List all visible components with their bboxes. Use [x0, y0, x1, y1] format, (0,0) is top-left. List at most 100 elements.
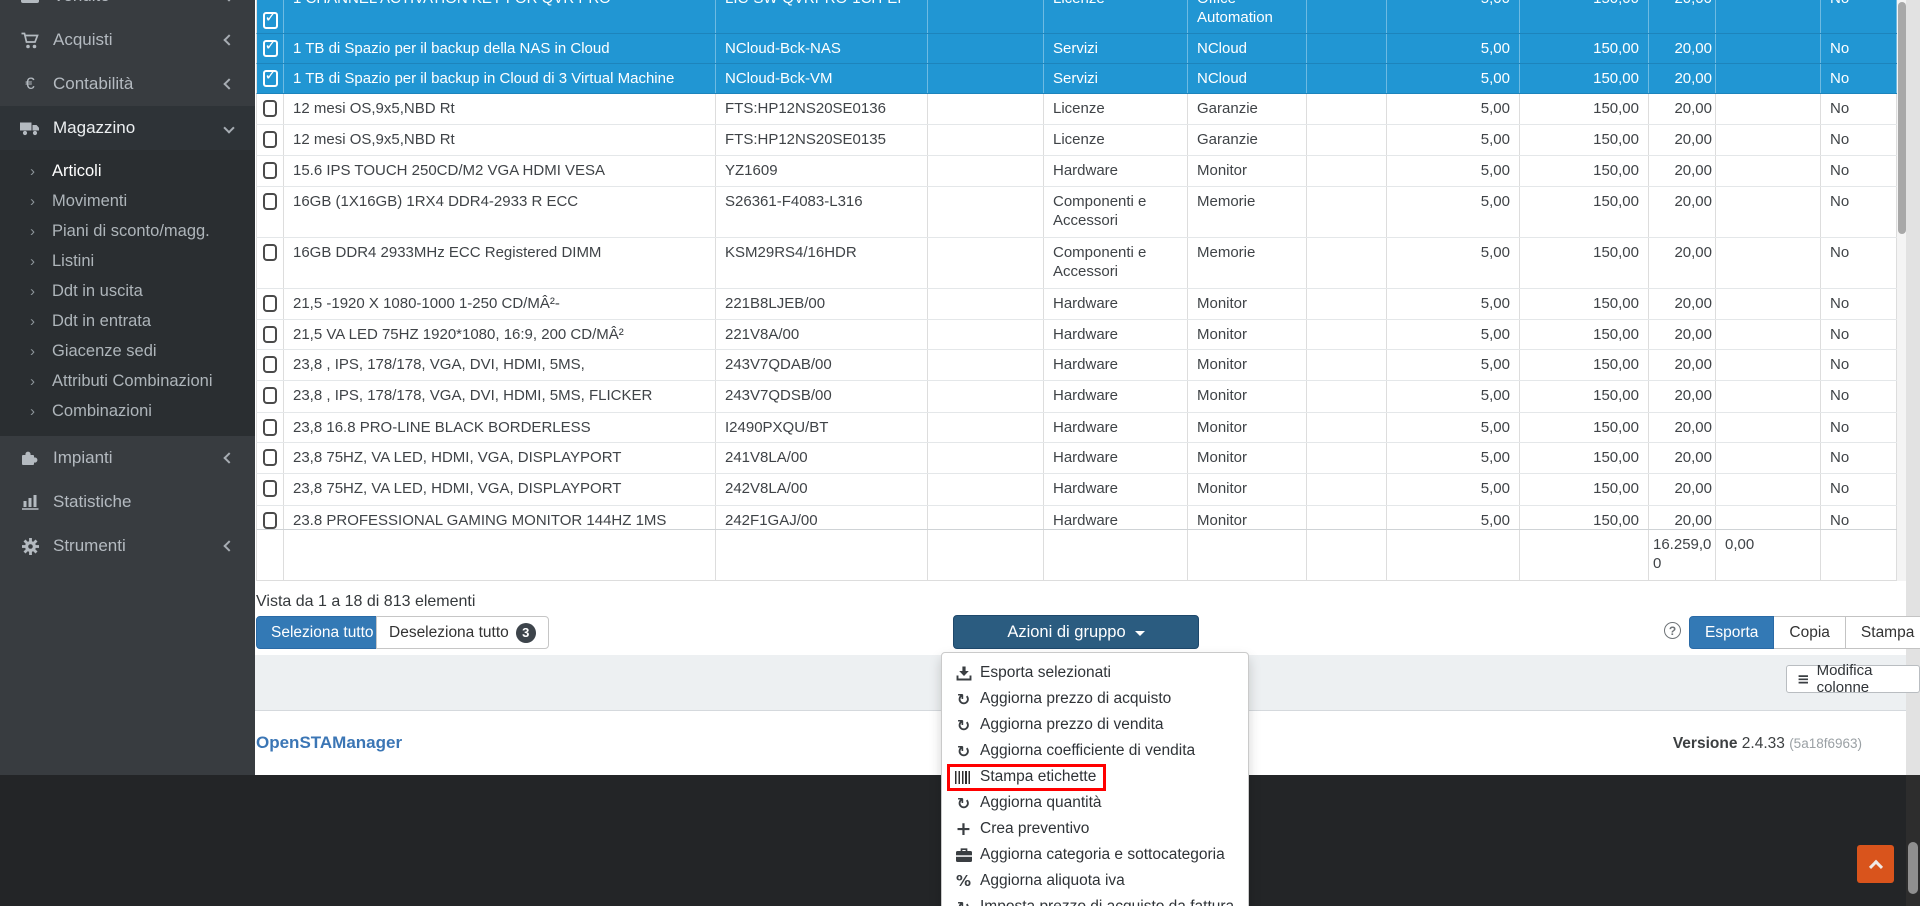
sidebar-subitem-combinazioni[interactable]: ›Combinazioni: [0, 396, 255, 426]
dropdown-item-aggiorna-categoria-e-sottocategoria[interactable]: Aggiorna categoria e sottocategoria: [942, 842, 1248, 868]
euro-icon: €: [18, 74, 42, 94]
table-row[interactable]: 23,8 75HZ, VA LED, HDMI, VGA, DISPLAYPOR…: [256, 474, 1897, 506]
checkbox-icon[interactable]: [263, 387, 277, 404]
checkbox-icon[interactable]: [263, 131, 277, 148]
dropdown-item-stampa-etichette[interactable]: Stampa etichette: [942, 764, 1248, 790]
sidebar-item-statistiche[interactable]: Statistiche: [0, 480, 255, 524]
dropdown-item-esporta-selezionati[interactable]: Esporta selezionati: [942, 660, 1248, 686]
sidebar-subitem-articoli[interactable]: ›Articoli: [0, 156, 255, 186]
table-cell: Memorie: [1188, 238, 1307, 288]
table-row[interactable]: ✓1 TB di Spazio per il backup della NAS …: [256, 34, 1897, 64]
sidebar-subitem-giacenze-sedi[interactable]: ›Giacenze sedi: [0, 336, 255, 366]
sidebar-subitem-listini[interactable]: ›Listini: [0, 246, 255, 276]
checkbox-icon[interactable]: [263, 100, 277, 117]
sidebar-subitem-ddt-in-entrata[interactable]: ›Ddt in entrata: [0, 306, 255, 336]
table-cell: [257, 443, 284, 473]
print-button[interactable]: Stampa: [1845, 616, 1920, 649]
table-row[interactable]: 21,5 VA LED 75HZ 1920*1080, 16:9, 200 CD…: [256, 320, 1897, 350]
table-cell: 150,00: [1520, 443, 1649, 473]
table-scrollbar-thumb[interactable]: [1898, 2, 1906, 234]
table-cell: Hardware: [1044, 156, 1188, 186]
table-cell: 150,00: [1520, 289, 1649, 319]
checkbox-icon[interactable]: [263, 326, 277, 343]
dropdown-item-crea-preventivo[interactable]: +Crea preventivo: [942, 816, 1248, 842]
table-cell: ✓: [257, 0, 284, 33]
table-cell: 5,00: [1387, 64, 1520, 93]
table-cell: [257, 381, 284, 412]
table-cell: [1307, 350, 1387, 380]
table-cell: Servizi: [1044, 34, 1188, 63]
sidebar-item-impianti[interactable]: Impianti: [0, 436, 255, 480]
table-cell: 150,00: [1520, 34, 1649, 63]
dropdown-item-aggiorna-prezzo-di-vendita[interactable]: ↻Aggiorna prezzo di vendita: [942, 712, 1248, 738]
table-row[interactable]: 23,8 75HZ, VA LED, HDMI, VGA, DISPLAYPOR…: [256, 443, 1897, 474]
table-cell: Monitor: [1188, 350, 1307, 380]
copy-button[interactable]: Copia: [1773, 616, 1846, 649]
table-row[interactable]: ✓1 CHANNEL ACTIVATION KEY FOR QVR PROLIC…: [256, 0, 1897, 34]
table-row[interactable]: ✓1 TB di Spazio per il backup in Cloud d…: [256, 64, 1897, 94]
table-cell: 20,00: [1649, 350, 1716, 380]
checkbox-icon[interactable]: [263, 356, 277, 373]
table-cell: Monitor: [1188, 413, 1307, 442]
checkbox-icon[interactable]: [263, 480, 277, 497]
table-cell: 150,00: [1520, 474, 1649, 505]
dropdown-item-aggiorna-coefficiente-di-vendita[interactable]: ↻Aggiorna coefficiente di vendita: [942, 738, 1248, 764]
sidebar-item-acquisti[interactable]: Acquisti: [0, 18, 255, 62]
checkbox-icon[interactable]: [263, 512, 277, 529]
pagination-info: Vista da 1 a 18 di 813 elementi: [256, 593, 475, 611]
table-cell: [1716, 94, 1821, 124]
sidebar-item-magazzino[interactable]: Magazzino: [0, 106, 255, 150]
chevron-right-icon: ›: [30, 343, 35, 360]
table-cell: [1716, 187, 1821, 237]
table-row[interactable]: 16GB DDR4 2933MHz ECC Registered DIMMKSM…: [256, 238, 1897, 289]
table-row[interactable]: 16GB (1X16GB) 1RX4 DDR4-2933 R ECCS26361…: [256, 187, 1897, 238]
checkbox-icon[interactable]: [263, 295, 277, 312]
sidebar-subitem-piani-di-sconto-magg-[interactable]: ›Piani di sconto/magg.: [0, 216, 255, 246]
sidebar-item-contabilit-[interactable]: €Contabilità: [0, 62, 255, 106]
sidebar-subitem-movimenti[interactable]: ›Movimenti: [0, 186, 255, 216]
select-all-button[interactable]: Seleziona tutto: [256, 616, 389, 649]
checkbox-checked-icon[interactable]: ✓: [263, 40, 278, 57]
sidebar-subitem-attributi-combinazioni[interactable]: ›Attributi Combinazioni: [0, 366, 255, 396]
sidebar-item-strumenti[interactable]: Strumenti: [0, 524, 255, 568]
brand-link[interactable]: OpenSTAManager: [256, 733, 402, 753]
help-icon[interactable]: ?: [1664, 622, 1681, 639]
scroll-to-top-button[interactable]: [1857, 845, 1894, 883]
table-cell: 243V7QDSB/00: [716, 381, 928, 412]
checkbox-checked-icon[interactable]: ✓: [263, 70, 278, 87]
export-button[interactable]: Esporta: [1689, 616, 1774, 649]
table-cell: [928, 125, 1044, 155]
checkbox-checked-icon[interactable]: ✓: [263, 12, 278, 29]
dropdown-item-aggiorna-prezzo-di-acquisto[interactable]: ↻Aggiorna prezzo di acquisto: [942, 686, 1248, 712]
sidebar-item-label: Magazzino: [53, 118, 135, 138]
table-row[interactable]: 15.6 IPS TOUCH 250CD/M2 VGA HDMI VESAYZ1…: [256, 156, 1897, 187]
table-row[interactable]: 21,5 -1920 X 1080-1000 1-250 CD/MÂ²-221B…: [256, 289, 1897, 320]
refresh-icon: ↻: [954, 898, 973, 906]
sidebar-subitem-ddt-in-uscita[interactable]: ›Ddt in uscita: [0, 276, 255, 306]
group-actions-button[interactable]: Azioni di gruppo: [953, 615, 1199, 649]
dropdown-item-imposta-prezzo-di-acquisto-da-fattura[interactable]: ↻Imposta prezzo di acquisto da fattura: [942, 894, 1248, 906]
table-row[interactable]: 12 mesi OS,9x5,NBD RtFTS:HP12NS20SE0136L…: [256, 94, 1897, 125]
table-row[interactable]: 12 mesi OS,9x5,NBD RtFTS:HP12NS20SE0135L…: [256, 125, 1897, 156]
table-row[interactable]: 23,8 , IPS, 178/178, VGA, DVI, HDMI, 5MS…: [256, 381, 1897, 413]
chevron-right-icon: ›: [30, 163, 35, 180]
dropdown-item-aggiorna-aliquota-iva[interactable]: %Aggiorna aliquota iva: [942, 868, 1248, 894]
checkbox-icon[interactable]: [263, 244, 277, 261]
checkbox-icon[interactable]: [263, 193, 277, 210]
sidebar-item-vendite[interactable]: Vendite: [0, 0, 255, 18]
checkbox-icon[interactable]: [263, 449, 277, 466]
edit-columns-button[interactable]: ≡ Modifica colonne: [1786, 665, 1920, 693]
page-scrollbar-thumb[interactable]: [1908, 842, 1918, 894]
table-row[interactable]: 23,8 , IPS, 178/178, VGA, DVI, HDMI, 5MS…: [256, 350, 1897, 381]
table-cell: Licenze: [1044, 94, 1188, 124]
table-cell: 150,00: [1520, 64, 1649, 93]
table-row[interactable]: 23,8 16.8 PRO-LINE BLACK BORDERLESSI2490…: [256, 413, 1897, 443]
deselect-all-button[interactable]: Deseleziona tutto 3: [376, 616, 549, 649]
checkbox-icon[interactable]: [263, 419, 277, 436]
table-cell: Office Automation: [1188, 0, 1307, 33]
checkbox-icon[interactable]: [263, 162, 277, 179]
table-cell: Licenze: [1044, 0, 1188, 33]
page-scrollbar-track[interactable]: [1906, 0, 1920, 775]
refresh-icon: ↻: [954, 742, 973, 761]
dropdown-item-aggiorna-quantit-[interactable]: ↻Aggiorna quantità: [942, 790, 1248, 816]
